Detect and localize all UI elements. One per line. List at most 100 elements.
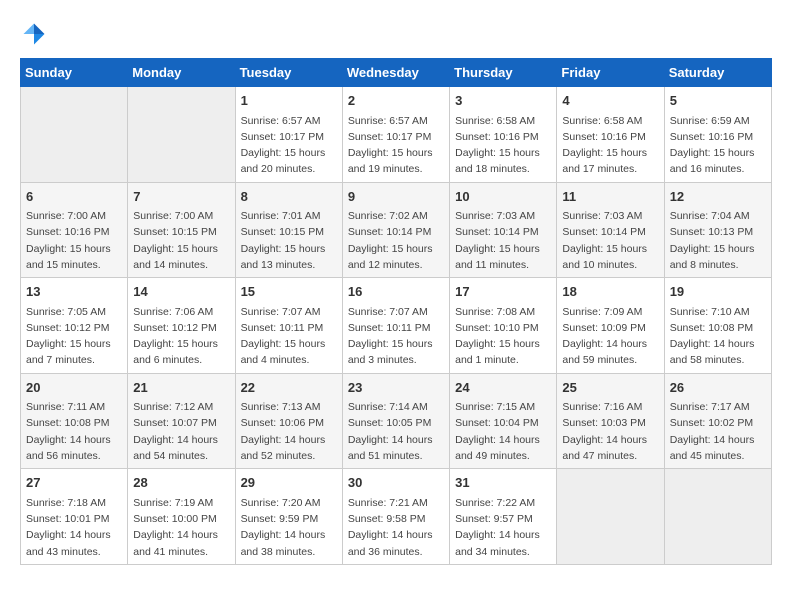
day-info: Sunrise: 7:14 AM Sunset: 10:05 PM Daylig… [348, 399, 444, 464]
page-header [20, 20, 772, 48]
day-number: 9 [348, 187, 444, 207]
calendar-cell: 18Sunrise: 7:09 AM Sunset: 10:09 PM Dayl… [557, 278, 664, 374]
day-number: 14 [133, 282, 229, 302]
day-number: 23 [348, 378, 444, 398]
day-number: 1 [241, 91, 337, 111]
calendar-cell: 8Sunrise: 7:01 AM Sunset: 10:15 PM Dayli… [235, 182, 342, 278]
day-info: Sunrise: 7:16 AM Sunset: 10:03 PM Daylig… [562, 399, 658, 464]
day-number: 20 [26, 378, 122, 398]
day-number: 31 [455, 473, 551, 493]
day-number: 28 [133, 473, 229, 493]
calendar-cell: 15Sunrise: 7:07 AM Sunset: 10:11 PM Dayl… [235, 278, 342, 374]
calendar-table: SundayMondayTuesdayWednesdayThursdayFrid… [20, 58, 772, 565]
day-header-wednesday: Wednesday [342, 59, 449, 87]
calendar-cell: 23Sunrise: 7:14 AM Sunset: 10:05 PM Dayl… [342, 373, 449, 469]
day-info: Sunrise: 7:07 AM Sunset: 10:11 PM Daylig… [348, 304, 444, 369]
calendar-cell: 16Sunrise: 7:07 AM Sunset: 10:11 PM Dayl… [342, 278, 449, 374]
day-number: 25 [562, 378, 658, 398]
logo [20, 20, 50, 48]
day-number: 29 [241, 473, 337, 493]
calendar-cell: 14Sunrise: 7:06 AM Sunset: 10:12 PM Dayl… [128, 278, 235, 374]
calendar-cell: 13Sunrise: 7:05 AM Sunset: 10:12 PM Dayl… [21, 278, 128, 374]
day-number: 19 [670, 282, 766, 302]
day-header-saturday: Saturday [664, 59, 771, 87]
days-header-row: SundayMondayTuesdayWednesdayThursdayFrid… [21, 59, 772, 87]
day-number: 17 [455, 282, 551, 302]
day-info: Sunrise: 6:58 AM Sunset: 10:16 PM Daylig… [455, 113, 551, 178]
day-info: Sunrise: 7:06 AM Sunset: 10:12 PM Daylig… [133, 304, 229, 369]
day-info: Sunrise: 7:21 AM Sunset: 9:58 PM Dayligh… [348, 495, 444, 560]
day-header-thursday: Thursday [450, 59, 557, 87]
week-row-4: 20Sunrise: 7:11 AM Sunset: 10:08 PM Dayl… [21, 373, 772, 469]
calendar-cell: 19Sunrise: 7:10 AM Sunset: 10:08 PM Dayl… [664, 278, 771, 374]
calendar-cell: 31Sunrise: 7:22 AM Sunset: 9:57 PM Dayli… [450, 469, 557, 565]
day-number: 13 [26, 282, 122, 302]
day-info: Sunrise: 7:02 AM Sunset: 10:14 PM Daylig… [348, 208, 444, 273]
day-info: Sunrise: 7:03 AM Sunset: 10:14 PM Daylig… [562, 208, 658, 273]
day-number: 24 [455, 378, 551, 398]
calendar-cell: 12Sunrise: 7:04 AM Sunset: 10:13 PM Dayl… [664, 182, 771, 278]
day-number: 2 [348, 91, 444, 111]
calendar-cell: 20Sunrise: 7:11 AM Sunset: 10:08 PM Dayl… [21, 373, 128, 469]
day-number: 8 [241, 187, 337, 207]
day-number: 5 [670, 91, 766, 111]
day-info: Sunrise: 7:10 AM Sunset: 10:08 PM Daylig… [670, 304, 766, 369]
day-info: Sunrise: 7:12 AM Sunset: 10:07 PM Daylig… [133, 399, 229, 464]
day-header-friday: Friday [557, 59, 664, 87]
calendar-cell: 3Sunrise: 6:58 AM Sunset: 10:16 PM Dayli… [450, 87, 557, 183]
day-info: Sunrise: 7:11 AM Sunset: 10:08 PM Daylig… [26, 399, 122, 464]
day-number: 22 [241, 378, 337, 398]
day-info: Sunrise: 6:59 AM Sunset: 10:16 PM Daylig… [670, 113, 766, 178]
calendar-cell: 21Sunrise: 7:12 AM Sunset: 10:07 PM Dayl… [128, 373, 235, 469]
day-info: Sunrise: 7:01 AM Sunset: 10:15 PM Daylig… [241, 208, 337, 273]
day-number: 11 [562, 187, 658, 207]
day-info: Sunrise: 7:22 AM Sunset: 9:57 PM Dayligh… [455, 495, 551, 560]
calendar-cell: 27Sunrise: 7:18 AM Sunset: 10:01 PM Dayl… [21, 469, 128, 565]
day-number: 16 [348, 282, 444, 302]
day-number: 30 [348, 473, 444, 493]
day-info: Sunrise: 6:57 AM Sunset: 10:17 PM Daylig… [241, 113, 337, 178]
day-info: Sunrise: 7:04 AM Sunset: 10:13 PM Daylig… [670, 208, 766, 273]
calendar-cell: 6Sunrise: 7:00 AM Sunset: 10:16 PM Dayli… [21, 182, 128, 278]
day-number: 12 [670, 187, 766, 207]
day-number: 7 [133, 187, 229, 207]
day-number: 27 [26, 473, 122, 493]
day-header-sunday: Sunday [21, 59, 128, 87]
day-info: Sunrise: 7:15 AM Sunset: 10:04 PM Daylig… [455, 399, 551, 464]
day-info: Sunrise: 7:13 AM Sunset: 10:06 PM Daylig… [241, 399, 337, 464]
calendar-cell: 28Sunrise: 7:19 AM Sunset: 10:00 PM Dayl… [128, 469, 235, 565]
calendar-cell: 29Sunrise: 7:20 AM Sunset: 9:59 PM Dayli… [235, 469, 342, 565]
calendar-cell: 1Sunrise: 6:57 AM Sunset: 10:17 PM Dayli… [235, 87, 342, 183]
calendar-cell [664, 469, 771, 565]
calendar-cell: 25Sunrise: 7:16 AM Sunset: 10:03 PM Dayl… [557, 373, 664, 469]
day-info: Sunrise: 7:17 AM Sunset: 10:02 PM Daylig… [670, 399, 766, 464]
week-row-2: 6Sunrise: 7:00 AM Sunset: 10:16 PM Dayli… [21, 182, 772, 278]
calendar-cell [128, 87, 235, 183]
day-info: Sunrise: 6:58 AM Sunset: 10:16 PM Daylig… [562, 113, 658, 178]
day-number: 4 [562, 91, 658, 111]
calendar-cell: 30Sunrise: 7:21 AM Sunset: 9:58 PM Dayli… [342, 469, 449, 565]
day-info: Sunrise: 7:19 AM Sunset: 10:00 PM Daylig… [133, 495, 229, 560]
week-row-3: 13Sunrise: 7:05 AM Sunset: 10:12 PM Dayl… [21, 278, 772, 374]
day-info: Sunrise: 7:05 AM Sunset: 10:12 PM Daylig… [26, 304, 122, 369]
calendar-cell: 9Sunrise: 7:02 AM Sunset: 10:14 PM Dayli… [342, 182, 449, 278]
day-number: 6 [26, 187, 122, 207]
calendar-cell: 10Sunrise: 7:03 AM Sunset: 10:14 PM Dayl… [450, 182, 557, 278]
logo-icon [20, 20, 48, 48]
day-info: Sunrise: 7:07 AM Sunset: 10:11 PM Daylig… [241, 304, 337, 369]
calendar-cell: 7Sunrise: 7:00 AM Sunset: 10:15 PM Dayli… [128, 182, 235, 278]
calendar-cell: 11Sunrise: 7:03 AM Sunset: 10:14 PM Dayl… [557, 182, 664, 278]
week-row-5: 27Sunrise: 7:18 AM Sunset: 10:01 PM Dayl… [21, 469, 772, 565]
calendar-cell: 17Sunrise: 7:08 AM Sunset: 10:10 PM Dayl… [450, 278, 557, 374]
calendar-cell: 5Sunrise: 6:59 AM Sunset: 10:16 PM Dayli… [664, 87, 771, 183]
day-info: Sunrise: 6:57 AM Sunset: 10:17 PM Daylig… [348, 113, 444, 178]
day-info: Sunrise: 7:03 AM Sunset: 10:14 PM Daylig… [455, 208, 551, 273]
day-number: 3 [455, 91, 551, 111]
day-number: 18 [562, 282, 658, 302]
day-number: 15 [241, 282, 337, 302]
day-info: Sunrise: 7:09 AM Sunset: 10:09 PM Daylig… [562, 304, 658, 369]
calendar-cell: 22Sunrise: 7:13 AM Sunset: 10:06 PM Dayl… [235, 373, 342, 469]
day-header-tuesday: Tuesday [235, 59, 342, 87]
week-row-1: 1Sunrise: 6:57 AM Sunset: 10:17 PM Dayli… [21, 87, 772, 183]
calendar-cell: 26Sunrise: 7:17 AM Sunset: 10:02 PM Dayl… [664, 373, 771, 469]
